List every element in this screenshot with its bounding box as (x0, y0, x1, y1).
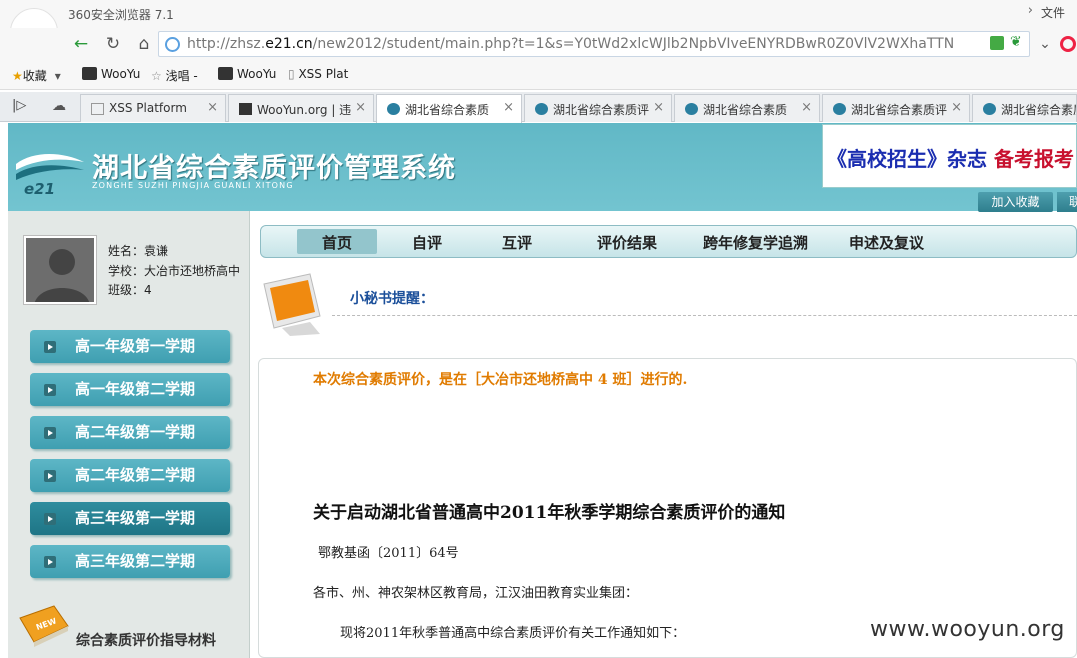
site-title: 湖北省综合素质评价管理系统 (92, 153, 456, 184)
play-icon (44, 341, 56, 353)
sidebar-toggle-icon[interactable]: |▷ (12, 98, 26, 113)
nav-self-eval[interactable]: 自评 (412, 232, 442, 253)
notice-title: 关于启动湖北省普通高中2011年秋季学期综合素质评价的通知 (313, 503, 786, 523)
nav-eval-result[interactable]: 评价结果 (597, 232, 657, 253)
semester-g2-s2[interactable]: 高二年级第二学期 (30, 459, 230, 492)
leaf-icon[interactable]: ❦ (1010, 34, 1022, 50)
close-icon[interactable]: × (207, 100, 218, 115)
notice-paragraph: 现将2011年秋季普通高中综合素质评价有关工作通知如下： (340, 626, 686, 641)
ad-text: 《高校招生》杂志 备考报考 (827, 143, 1074, 172)
e21-icon (685, 103, 698, 115)
watermark: www.wooyun.org (870, 617, 1065, 642)
qrcode-icon[interactable] (990, 36, 1004, 50)
page-icon (91, 103, 104, 115)
bookmark-xss-plat[interactable]: ▯ XSS Plat (288, 67, 348, 81)
chevron-right-icon[interactable]: › (1028, 3, 1033, 18)
e21-icon (387, 103, 400, 115)
tab-hubei-3[interactable]: 湖北省综合素质 × (674, 94, 820, 122)
e21-icon (983, 103, 996, 115)
document-number: 鄂教基函〔2011〕64号 (318, 546, 459, 561)
play-icon (44, 470, 56, 482)
user-class: 班级：4 (108, 283, 152, 297)
avatar (23, 235, 97, 305)
notice-recipients: 各市、州、神农架林区教育局，江汉油田教育实业集团： (313, 586, 639, 601)
reload-icon[interactable]: ↻ (100, 31, 126, 57)
play-icon (44, 384, 56, 396)
ad-text-part1: 《高校招生》杂志 (827, 147, 987, 171)
browser-title: 360安全浏览器 7.1 (68, 8, 174, 22)
wooyun-icon (218, 67, 233, 80)
semester-g1-s1[interactable]: 高一年级第一学期 (30, 330, 230, 363)
play-icon (44, 513, 56, 525)
bookmark-qianchang[interactable]: ☆ 浅唱 - (151, 67, 198, 84)
wooyun-icon (82, 67, 97, 80)
add-favorite-button[interactable]: 加入收藏 (978, 192, 1053, 212)
semester-g2-s1[interactable]: 高二年级第一学期 (30, 416, 230, 449)
close-icon[interactable]: × (503, 100, 514, 115)
url-prefix: http://zhsz. (187, 36, 266, 52)
monitor-icon (263, 273, 321, 336)
main-nav (260, 225, 1077, 258)
e21-icon (535, 103, 548, 115)
semester-g3-s2[interactable]: 高三年级第二学期 (30, 545, 230, 578)
page-icon: ▯ (288, 67, 295, 81)
play-icon (44, 556, 56, 568)
search-engine-icon[interactable] (1060, 36, 1076, 52)
user-name: 姓名：袁谦 (108, 244, 169, 258)
close-icon[interactable]: × (355, 100, 366, 115)
close-icon[interactable]: × (653, 100, 664, 115)
chevron-down-icon: ▾ (54, 69, 61, 83)
cloud-icon[interactable]: ☁ (52, 98, 66, 114)
divider (332, 315, 1077, 316)
close-icon[interactable]: × (801, 100, 812, 115)
site-subtitle: ZONGHE SUZHI PINGJIA GUANLI XITONG (92, 181, 294, 190)
guide-label[interactable]: 综合素质评价指导材料 (76, 630, 216, 650)
e21-logo-text: e21 (24, 180, 55, 196)
url-text[interactable]: http://zhsz.e21.cn/new2012/student/main.… (187, 36, 954, 52)
globe-icon (165, 37, 180, 52)
nav-home[interactable]: 首页 (322, 232, 352, 253)
bookmark-wooyun-1[interactable]: WooYu (82, 67, 140, 81)
nav-appeal[interactable]: 申述及复议 (849, 232, 924, 253)
chevron-down-icon[interactable]: ⌄ (1032, 31, 1058, 57)
back-arrow-icon[interactable]: ← (68, 31, 94, 57)
tab-hubei-2[interactable]: 湖北省综合素质评 × (524, 94, 672, 122)
home-icon[interactable]: ⌂ (131, 31, 157, 57)
semester-g3-s1[interactable]: 高三年级第一学期 (30, 502, 230, 535)
wooyun-icon (239, 103, 252, 115)
address-bar[interactable]: http://zhsz.e21.cn/new2012/student/main.… (158, 31, 1030, 57)
tab-hubei-active[interactable]: 湖北省综合素质 × (376, 94, 522, 123)
play-icon (44, 427, 56, 439)
bookmark-wooyun-2[interactable]: WooYu (218, 67, 276, 81)
star-icon: ★ (12, 69, 23, 83)
close-icon[interactable]: × (951, 100, 962, 115)
semester-g1-s2[interactable]: 高一年级第二学期 (30, 373, 230, 406)
e21-logo-icon: e21 (16, 154, 84, 196)
secretary-reminder: 小秘书提醒： (350, 291, 434, 307)
nav-cross-year[interactable]: 跨年修复学追溯 (703, 232, 808, 253)
tab-xss-platform[interactable]: XSS Platform × (80, 94, 226, 122)
tab-hubei-4[interactable]: 湖北省综合素质评 × (822, 94, 970, 122)
file-menu[interactable]: 文件 (1041, 4, 1065, 21)
url-host: e21.cn (265, 36, 313, 52)
e21-icon (833, 103, 846, 115)
book-icon: NEW (19, 605, 69, 647)
tab-wooyun[interactable]: WooYun.org | 违 × (228, 94, 374, 122)
ad-banner[interactable]: 《高校招生》杂志 备考报考 (822, 124, 1077, 188)
tab-hubei-5[interactable]: 湖北省综合素质 (972, 94, 1077, 122)
nav-peer-eval[interactable]: 互评 (502, 232, 532, 253)
bookmark-favorites[interactable]: ★收藏 ▾ (12, 67, 61, 84)
user-silhouette-icon (35, 249, 89, 302)
star-outline-icon: ☆ (151, 69, 162, 83)
url-path: /new2012/student/main.php?t=1&s=Y0tWd2xl… (312, 36, 955, 52)
ad-text-part2: 备考报考 (987, 147, 1074, 171)
eval-note: 本次综合素质评价，是在［大冶市还地桥高中 4 班］进行的. (313, 372, 688, 388)
user-school: 学校：大冶市还地桥高中 (108, 264, 241, 278)
contact-button[interactable]: 联 (1057, 192, 1077, 212)
